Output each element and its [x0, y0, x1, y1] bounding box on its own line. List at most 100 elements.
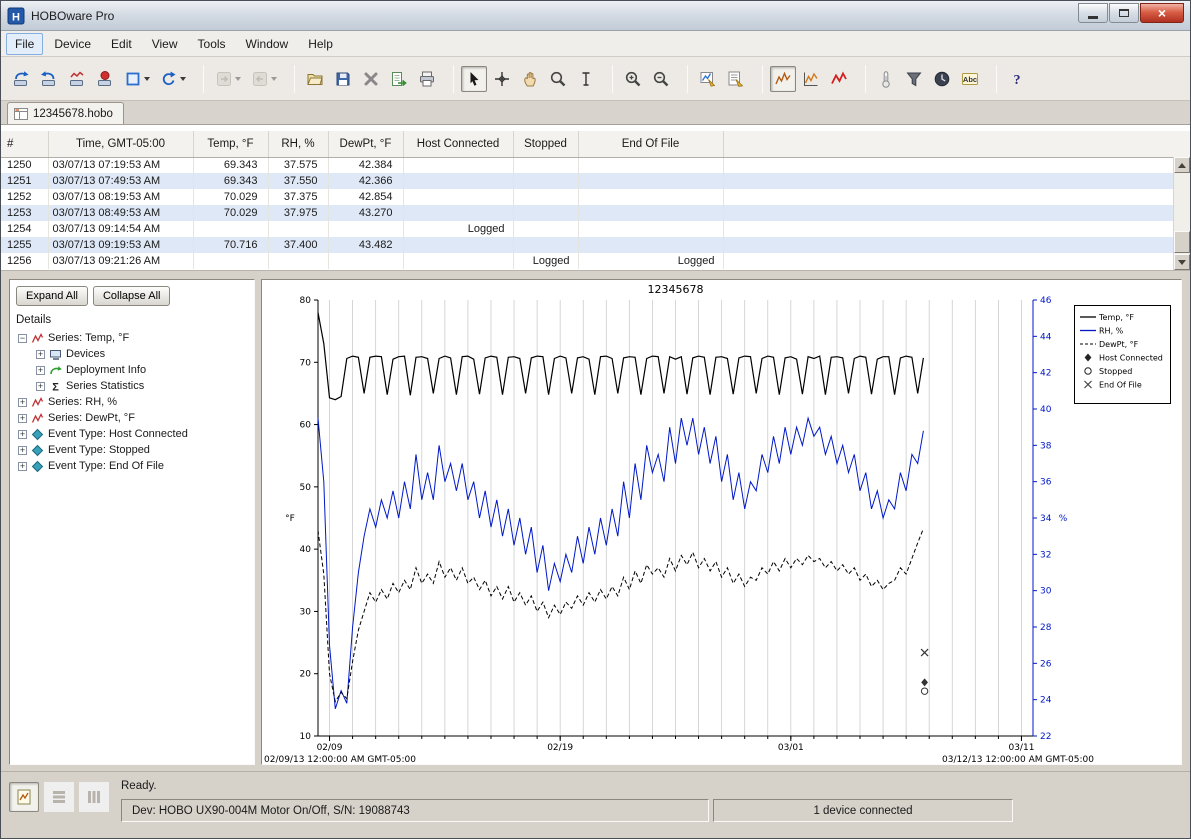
select-tool-button[interactable]: [461, 66, 487, 92]
table-cell: 70.716: [193, 237, 268, 253]
save-file-button[interactable]: [330, 66, 356, 92]
filter-points-button[interactable]: [901, 66, 927, 92]
column-header[interactable]: #: [1, 131, 48, 157]
tree-item[interactable]: + Event Type: End Of File: [16, 458, 248, 474]
graph-format-button[interactable]: [798, 66, 824, 92]
tree-item[interactable]: +Event Type: Host Connected: [16, 426, 248, 442]
plot-canvas[interactable]: 1020304050607080222426283032343638404244…: [262, 280, 1181, 765]
table-row[interactable]: 125503/07/13 09:19:53 AM70.71637.40043.4…: [1, 237, 1190, 253]
zoom-in-button[interactable]: [620, 66, 646, 92]
scatter-plot-button[interactable]: [826, 66, 852, 92]
tree-item[interactable]: +Series: RH, %: [16, 394, 248, 410]
table-cell: 37.400: [268, 237, 328, 253]
toolbar-separator: [687, 65, 688, 93]
collapse-node-icon[interactable]: −: [18, 334, 27, 343]
table-cell: [403, 253, 513, 269]
column-header[interactable]: Host Connected: [403, 131, 513, 157]
tree-item[interactable]: +Event Type: Stopped: [16, 442, 248, 458]
table-row[interactable]: 125203/07/13 08:19:53 AM70.02937.37542.8…: [1, 189, 1190, 205]
paste-graph-icon: [251, 70, 269, 88]
print-button[interactable]: [414, 66, 440, 92]
scroll-up-button[interactable]: [1174, 157, 1190, 173]
expand-node-icon[interactable]: +: [18, 414, 27, 423]
series-properties-button[interactable]: [723, 66, 749, 92]
pan-tool-button[interactable]: [517, 66, 543, 92]
open-file-button[interactable]: [302, 66, 328, 92]
menu-help[interactable]: Help: [299, 33, 342, 55]
table-view-button[interactable]: [44, 782, 74, 812]
tab-datafile[interactable]: 12345678.hobo: [7, 102, 124, 124]
column-header[interactable]: RH, %: [268, 131, 328, 157]
y-right-tick-label: 38: [1040, 441, 1052, 451]
table-scrollbar[interactable]: [1173, 157, 1190, 270]
expand-node-icon[interactable]: +: [18, 398, 27, 407]
title-bar[interactable]: H HOBOware Pro ×: [1, 1, 1190, 31]
table-row[interactable]: 125303/07/13 08:49:53 AM70.02937.97543.2…: [1, 205, 1190, 221]
table-row[interactable]: 125003/07/13 07:19:53 AM69.34337.57542.3…: [1, 157, 1190, 173]
details-view-button[interactable]: [79, 782, 109, 812]
column-header[interactable]: End Of File: [578, 131, 723, 157]
maximize-button[interactable]: [1109, 3, 1139, 23]
y-right-tick-label: 26: [1040, 659, 1052, 669]
tree-item[interactable]: +Series: DewPt, °F: [16, 410, 248, 426]
help-button[interactable]: ?: [1004, 66, 1030, 92]
close-button[interactable]: ×: [1140, 3, 1184, 23]
close-file-button[interactable]: [358, 66, 384, 92]
column-header[interactable]: Stopped: [513, 131, 578, 157]
expand-node-icon[interactable]: +: [18, 446, 27, 455]
annotate-button[interactable]: Abc: [957, 66, 983, 92]
table-row[interactable]: 125603/07/13 09:21:26 AMLoggedLogged: [1, 253, 1190, 269]
menu-device[interactable]: Device: [45, 33, 100, 55]
filter-series-button[interactable]: [156, 66, 190, 92]
launch-device-button[interactable]: [8, 66, 34, 92]
tree-item[interactable]: +Devices: [16, 346, 248, 362]
view-graph-button[interactable]: [770, 66, 796, 92]
expand-node-icon[interactable]: +: [18, 430, 27, 439]
select-device-button[interactable]: [120, 66, 154, 92]
text-tool-button[interactable]: [573, 66, 599, 92]
menu-tools[interactable]: Tools: [189, 33, 235, 55]
tree-item[interactable]: −Series: Temp, °F: [16, 330, 248, 346]
thermometer-button[interactable]: [873, 66, 899, 92]
menu-view[interactable]: View: [143, 33, 187, 55]
plot-view-button[interactable]: [9, 782, 39, 812]
table-cell: [328, 253, 403, 269]
menu-edit[interactable]: Edit: [102, 33, 141, 55]
expand-node-icon[interactable]: +: [36, 350, 45, 359]
expand-all-button[interactable]: Expand All: [16, 286, 88, 306]
zoom-out-button[interactable]: [648, 66, 674, 92]
print-icon: [418, 70, 436, 88]
table-row[interactable]: 125103/07/13 07:49:53 AM69.34337.55042.3…: [1, 173, 1190, 189]
crosshair-tool-button[interactable]: [489, 66, 515, 92]
tree-item[interactable]: +ΣSeries Statistics: [16, 378, 248, 394]
collapse-all-button[interactable]: Collapse All: [93, 286, 170, 306]
menu-window[interactable]: Window: [237, 33, 298, 55]
tree-item-label: Event Type: End Of File: [48, 460, 164, 472]
scrollbar-thumb[interactable]: [1174, 231, 1190, 253]
minimize-button[interactable]: [1078, 3, 1108, 23]
event-icon: [31, 428, 44, 441]
tree-item[interactable]: +Deployment Info: [16, 362, 248, 378]
legend-label: DewPt, °F: [1099, 340, 1139, 349]
stop-device-button[interactable]: [92, 66, 118, 92]
column-header[interactable]: DewPt, °F: [328, 131, 403, 157]
readout-plot-button[interactable]: [64, 66, 90, 92]
column-header[interactable]: Temp, °F: [193, 131, 268, 157]
column-header[interactable]: Time, GMT-05:00: [48, 131, 193, 157]
table-cell: 69.343: [193, 157, 268, 173]
expand-node-icon[interactable]: +: [18, 462, 27, 471]
graph-options-button[interactable]: [695, 66, 721, 92]
expand-node-icon[interactable]: +: [36, 382, 45, 391]
export-data-button[interactable]: [386, 66, 412, 92]
zoom-tool-button[interactable]: [545, 66, 571, 92]
readout-device-button[interactable]: [36, 66, 62, 92]
table-cell: 42.854: [328, 189, 403, 205]
scroll-down-button[interactable]: [1174, 254, 1190, 270]
menu-file[interactable]: File: [6, 33, 43, 55]
copy-graph-button[interactable]: [211, 66, 245, 92]
table-row[interactable]: 125403/07/13 09:14:54 AMLogged: [1, 221, 1190, 237]
expand-node-icon[interactable]: +: [36, 366, 45, 375]
table-cell: [403, 173, 513, 189]
clock-button[interactable]: [929, 66, 955, 92]
paste-graph-button[interactable]: [247, 66, 281, 92]
